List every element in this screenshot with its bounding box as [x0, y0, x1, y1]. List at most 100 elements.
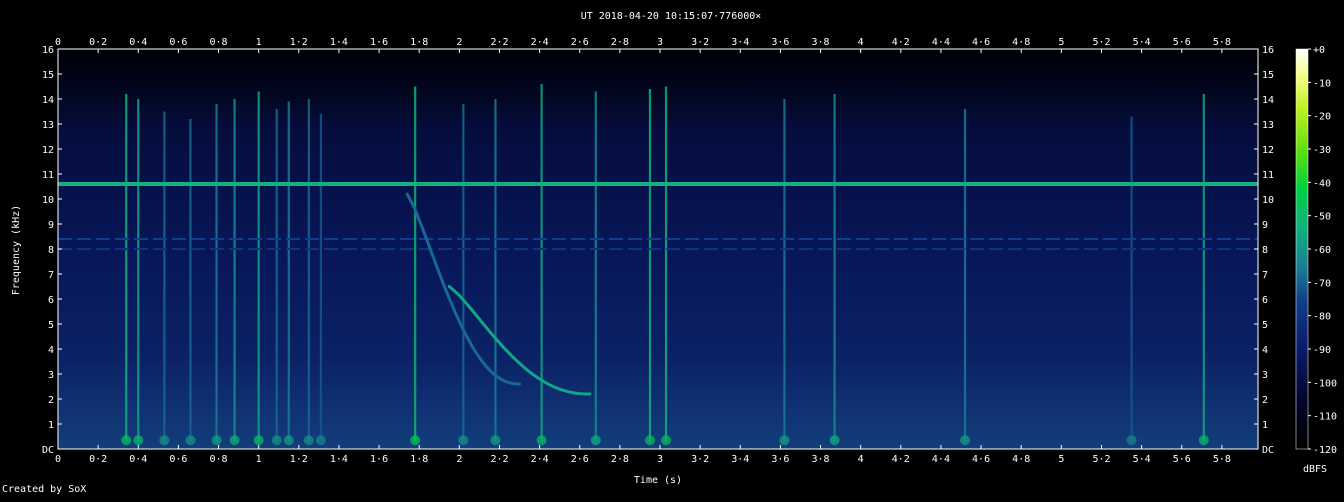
x-tick-label: 5·8: [1213, 37, 1231, 48]
y-tick-label: 15: [42, 70, 54, 81]
y-tick-label: 10: [1262, 195, 1274, 206]
x-tick-label: 3·6: [771, 454, 789, 465]
y-tick-label: 14: [1262, 95, 1274, 106]
y-tick-label: 1: [1262, 420, 1268, 431]
x-tick-label: 1·6: [370, 37, 388, 48]
x-tick-label: 0·2: [89, 454, 107, 465]
credit-text: Created by SoX: [2, 484, 87, 495]
x-tick-label: 4·8: [1012, 37, 1030, 48]
impulse-base: [458, 435, 469, 446]
colorbar-tick-label: -40: [1313, 178, 1331, 189]
x-tick-label: 0: [55, 454, 61, 465]
y-tick-label: 12: [1262, 145, 1274, 156]
spectrogram-svg: 000·20·20·40·40·60·60·80·8111·21·21·41·4…: [11, 11, 1337, 486]
x-axis-label: Time (s): [634, 475, 682, 486]
y-tick-label: 16: [42, 45, 54, 56]
x-tick-label: 4·2: [892, 37, 910, 48]
colorbar-label: dBFS: [1303, 464, 1327, 475]
y-tick-label: 6: [48, 295, 54, 306]
impulse-base: [315, 435, 326, 446]
x-tick-label: 1·2: [290, 454, 308, 465]
colorbar-tick-label: -80: [1313, 312, 1331, 323]
y-tick-label: 1: [48, 420, 54, 431]
x-tick-label: 3·2: [691, 37, 709, 48]
impulse-base: [960, 435, 971, 446]
colorbar-tick-label: -60: [1313, 245, 1331, 256]
impulse-base: [490, 435, 501, 446]
x-tick-label: 4·4: [932, 37, 950, 48]
x-tick-label: 2·8: [611, 37, 629, 48]
y-tick-label: 15: [1262, 70, 1274, 81]
x-tick-label: 1·2: [290, 37, 308, 48]
spectrogram-plot: [58, 49, 1258, 449]
x-tick-label: 1·8: [410, 37, 428, 48]
x-tick-label: 5·4: [1133, 37, 1151, 48]
x-tick-label: 2·2: [490, 454, 508, 465]
x-tick-label: 5·4: [1133, 454, 1151, 465]
x-tick-label: 2·4: [531, 37, 549, 48]
x-tick-label: 5·2: [1092, 454, 1110, 465]
spectrogram-figure: 0 0 0·2 0·2 0·4 0·4 0·6 0·6 0·8 0·8 1 1 1·2 1·2 1·4 1·4…: [0, 0, 1344, 498]
y-tick-label: 5: [48, 320, 54, 331]
x-tick-label: 4·2: [892, 454, 910, 465]
x-tick-label: 0·6: [169, 37, 187, 48]
y-tick-label: 9: [1262, 220, 1268, 231]
x-tick-label: 1·6: [370, 454, 388, 465]
x-tick-label: 2: [456, 454, 462, 465]
impulse-base: [1126, 435, 1137, 446]
y-tick-label: 2: [48, 395, 54, 406]
x-tick-label: 1·4: [330, 37, 348, 48]
x-tick-label: 2·4: [531, 454, 549, 465]
x-tick-label: 4: [858, 454, 864, 465]
impulse-base: [211, 435, 222, 446]
y-axis-label: Frequency (kHz): [11, 205, 22, 295]
x-tick-label: 1·4: [330, 454, 348, 465]
impulse-base: [1198, 435, 1209, 446]
x-tick-label: 3·4: [731, 37, 749, 48]
colorbar-tick-label: -50: [1313, 212, 1331, 223]
colorbar-tick-label: -30: [1313, 145, 1331, 156]
colorbar-tick-label: -20: [1313, 112, 1331, 123]
y-tick-label: 10: [42, 195, 54, 206]
x-tick-label: 5·6: [1173, 37, 1191, 48]
y-tick-label: 7: [1262, 270, 1268, 281]
y-tick-label: 2: [1262, 395, 1268, 406]
x-tick-label: 1·8: [410, 454, 428, 465]
x-tick-label: 2·2: [490, 37, 508, 48]
x-tick-label: 0·4: [129, 454, 147, 465]
y-tick-label: 12: [42, 145, 54, 156]
impulse-base: [644, 435, 655, 446]
y-tick-label: 3: [1262, 370, 1268, 381]
x-tick-label: 4·8: [1012, 454, 1030, 465]
x-tick-label: 3: [657, 37, 663, 48]
x-tick-label: 0: [55, 37, 61, 48]
y-tick-label: 6: [1262, 295, 1268, 306]
impulse-base: [121, 435, 132, 446]
x-tick-label: 1: [256, 454, 262, 465]
y-tick-label: 11: [1262, 170, 1274, 181]
x-tick-label: 0·8: [210, 454, 228, 465]
x-tick-label: 3: [657, 454, 663, 465]
y-tick-label: 14: [42, 95, 54, 106]
y-tick-label: 8: [48, 245, 54, 256]
colorbar-tick-label: -90: [1313, 345, 1331, 356]
x-tick-label: 4·6: [972, 37, 990, 48]
impulse-base: [303, 435, 314, 446]
x-tick-label: 0·8: [210, 37, 228, 48]
impulse-base: [159, 435, 170, 446]
x-tick-label: 4: [858, 37, 864, 48]
impulse-base: [410, 435, 421, 446]
y-tick-label: DC: [1262, 445, 1274, 456]
y-tick-label: 11: [42, 170, 54, 181]
colorbar-tick-label: +0: [1313, 45, 1325, 56]
impulse-base: [590, 435, 601, 446]
impulse-base: [283, 435, 294, 446]
x-tick-label: 2·8: [611, 454, 629, 465]
y-tick-label: 4: [48, 345, 54, 356]
impulse-base: [661, 435, 672, 446]
x-tick-label: 0·4: [129, 37, 147, 48]
x-tick-label: 4·4: [932, 454, 950, 465]
colorbar: +0 -10 -20 -30 -40 -50 -60 -70 -80 -90 -100 -110 -12…: [1295, 45, 1337, 456]
x-tick-label: 2·6: [571, 454, 589, 465]
colorbar-tick-label: -70: [1313, 278, 1331, 289]
